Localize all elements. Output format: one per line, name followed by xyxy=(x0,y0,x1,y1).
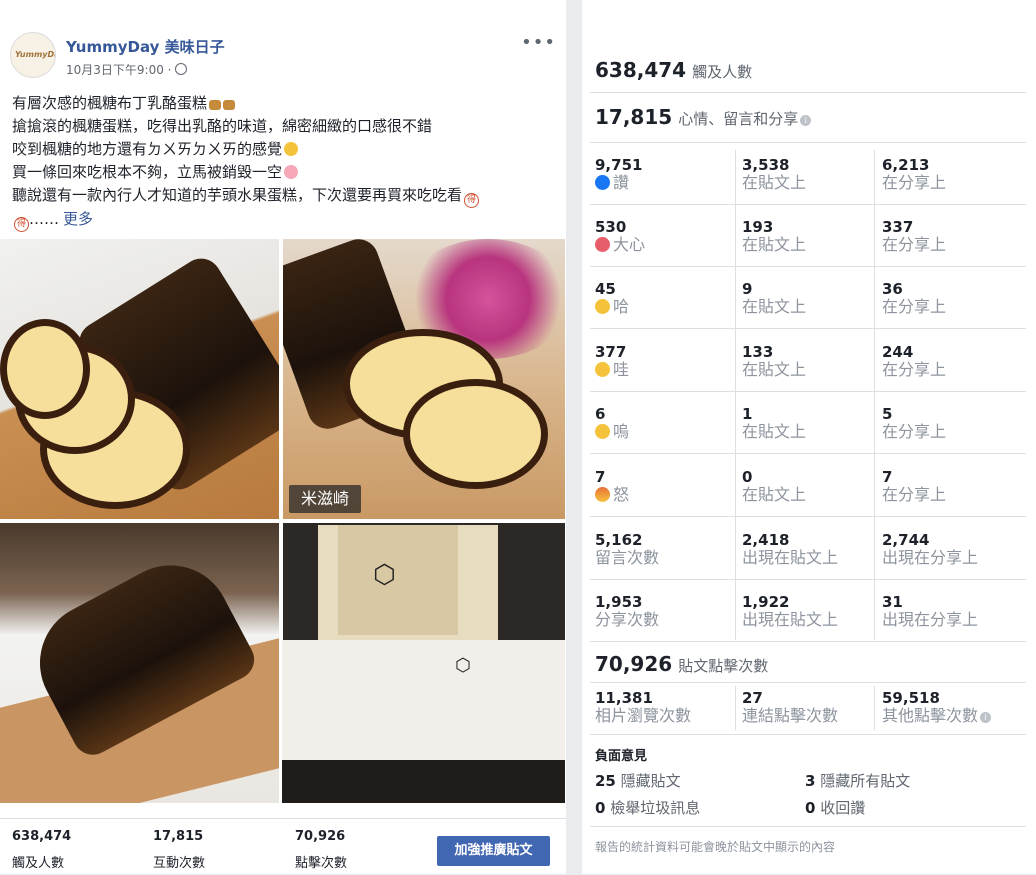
reaction-angry-total: 7怒 xyxy=(595,468,630,504)
brand-logo-icon: ⬡ xyxy=(373,560,396,590)
cake-slice xyxy=(403,379,548,489)
post-line-5: 聽說還有一款內行人才知道的芋頭水果蛋糕，下次還要再買來吃吃看得 xyxy=(12,184,557,208)
love-icon xyxy=(595,237,610,252)
angry-icon xyxy=(595,487,610,502)
reaction-like-on-shares: 6,213 在分享上 xyxy=(882,156,947,192)
box-side xyxy=(282,760,565,803)
shares-total: 1,953 分享次數 xyxy=(595,593,660,629)
reaction-haha-on-shares: 36 在分享上 xyxy=(882,280,947,316)
photo-2[interactable] xyxy=(283,239,565,519)
divider xyxy=(590,142,1026,143)
reaction-love-total: 530 大心 xyxy=(595,218,646,254)
column-divider xyxy=(874,686,875,730)
footer-clicks: 70,926 點擊次數 xyxy=(295,829,348,871)
photo-1[interactable] xyxy=(0,239,279,519)
reaction-like-total: 9,751 讚 xyxy=(595,156,643,192)
page-avatar[interactable]: YummyDay xyxy=(10,32,56,78)
photo-3[interactable] xyxy=(0,523,279,803)
post-line-2: 搶搶滾的楓糖蛋糕，吃得出乳酪的味道，綿密細緻的口感很不錯 xyxy=(12,117,433,135)
reaction-love-on-shares: 337 在分享上 xyxy=(882,218,947,254)
boost-post-button[interactable]: 加強推廣貼文 xyxy=(437,836,550,866)
shares-on-post: 1,922 出現在貼文上 xyxy=(742,593,839,629)
comments-on-shares: 2,744 出現在分享上 xyxy=(882,531,979,567)
pudding-emoji-icon xyxy=(223,100,236,110)
gift-bag-front xyxy=(338,525,458,635)
column-divider xyxy=(735,686,736,730)
stats-delay-note: 報告的統計資料可能會晚於貼文中顯示的內容 xyxy=(595,840,836,854)
pudding-emoji-icon xyxy=(209,100,222,110)
divider xyxy=(590,641,1026,642)
yum-emoji-icon xyxy=(284,142,299,156)
pig-emoji-icon xyxy=(284,165,299,179)
reaction-haha-on-post: 9 在貼文上 xyxy=(742,280,807,316)
haha-icon xyxy=(595,299,610,314)
reaction-sad-total: 6嗚 xyxy=(595,405,630,441)
column-divider xyxy=(874,150,875,640)
hide-all-posts-count: 3 隱藏所有貼文 xyxy=(805,772,911,790)
post-line-1: 有層次感的楓糖布丁乳酪蛋糕 xyxy=(12,92,557,115)
reaction-sad-on-post: 1 在貼文上 xyxy=(742,405,807,441)
post-timestamp[interactable]: 10月3日下午9:00 · xyxy=(66,61,188,78)
reaction-sad-on-shares: 5 在分享上 xyxy=(882,405,947,441)
reaction-love-on-post: 193 在貼文上 xyxy=(742,218,807,254)
reaction-angry-on-shares: 7 在分享上 xyxy=(882,468,947,504)
reaction-angry-on-post: 0 在貼文上 xyxy=(742,468,807,504)
reaction-like-on-post: 3,538 在貼文上 xyxy=(742,156,807,192)
footer-reach: 638,474 觸及人數 xyxy=(12,829,72,871)
reaction-haha-total: 45 哈 xyxy=(595,280,630,316)
report-spam-count: 0 檢舉垃圾訊息 xyxy=(595,799,701,817)
divider xyxy=(590,328,1026,329)
divider xyxy=(590,204,1026,205)
divider xyxy=(590,516,1026,517)
divider xyxy=(590,453,1026,454)
engagement-summary: 17,815 心情、留言和分享 i xyxy=(595,105,812,129)
online-dot-icon xyxy=(47,68,55,77)
see-more-link[interactable]: 更多 xyxy=(63,210,93,228)
insights-panel xyxy=(582,0,1036,874)
divider xyxy=(590,682,1026,683)
info-icon[interactable]: i xyxy=(980,712,992,723)
post-header: YummyDay YummyDay 美味日子 10月3日下午9:00 · ••• xyxy=(10,32,560,84)
more-options-icon[interactable]: ••• xyxy=(521,32,556,53)
photo-watermark: 米滋崎 xyxy=(289,485,361,513)
sad-icon xyxy=(595,424,610,439)
info-icon[interactable]: i xyxy=(800,115,812,126)
other-clicks: 59,518 其他點擊次數 i xyxy=(882,690,992,724)
clicks-summary: 70,926 貼文點擊次數 xyxy=(595,652,769,676)
like-icon xyxy=(595,175,610,190)
reaction-wow-total: 377 哇 xyxy=(595,343,630,379)
wow-icon xyxy=(595,362,610,377)
page-name-link[interactable]: YummyDay 美味日子 xyxy=(66,36,225,57)
footer-engagement: 17,815 互動次數 xyxy=(153,829,206,871)
divider xyxy=(590,391,1026,392)
de-emoji-icon: 得 xyxy=(14,217,29,232)
reaction-wow-on-post: 133 在貼文上 xyxy=(742,343,807,379)
post-date[interactable]: 10月3日下午9:00 · xyxy=(66,63,171,77)
column-divider xyxy=(735,150,736,640)
avatar-logo-text: YummyDay xyxy=(15,50,55,59)
divider xyxy=(590,734,1026,735)
link-clicks: 27 連結點擊次數 xyxy=(742,689,839,725)
cake-slice xyxy=(0,319,90,419)
photo-views: 11,381 相片瀏覽次數 xyxy=(595,689,692,725)
unlike-count: 0 收回讚 xyxy=(805,799,866,817)
post-line-4: 買一條回來吃根本不夠，立馬被銷毀一空 xyxy=(12,161,557,184)
reaction-wow-on-shares: 244 在分享上 xyxy=(882,343,947,379)
globe-icon xyxy=(175,63,188,75)
divider xyxy=(590,266,1026,267)
brand-logo-icon: ⬡ xyxy=(455,655,471,676)
hide-post-count: 25 隱藏貼文 xyxy=(595,772,681,790)
negative-feedback-title: 負面意見 xyxy=(595,749,648,764)
divider xyxy=(590,579,1026,580)
divider xyxy=(590,826,1026,827)
post-text: 有層次感的楓糖布丁乳酪蛋糕 搶搶滾的楓糖蛋糕，吃得出乳酪的味道，綿密細緻的口感很… xyxy=(12,92,557,232)
post-line-6: 得…… 更多 xyxy=(12,208,557,232)
reach-summary: 638,474 觸及人數 xyxy=(595,58,753,82)
shares-on-shares: 31 出現在分享上 xyxy=(882,593,979,629)
divider xyxy=(590,92,1026,93)
comments-total: 5,162 留言次數 xyxy=(595,531,660,567)
post-line-3: 咬到楓糖的地方還有ㄉㄨㄞㄉㄨㄞ的感覺 xyxy=(12,138,557,161)
de-emoji-icon: 得 xyxy=(464,193,480,208)
comments-on-post: 2,418 出現在貼文上 xyxy=(742,531,839,567)
